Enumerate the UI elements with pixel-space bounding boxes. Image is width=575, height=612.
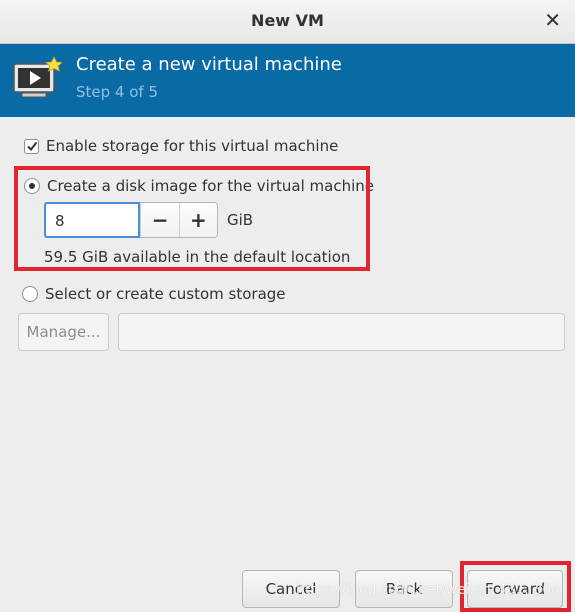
- custom-storage-radio[interactable]: [22, 286, 38, 302]
- window-title: New VM: [251, 11, 324, 30]
- manage-button[interactable]: Manage...: [18, 313, 109, 351]
- highlight-box-forward: [460, 561, 571, 612]
- wizard-header: Create a new virtual machine Step 4 of 5: [0, 44, 575, 117]
- checkmark-icon: [26, 141, 37, 152]
- custom-storage-path-field[interactable]: [118, 313, 565, 351]
- custom-storage-row[interactable]: Select or create custom storage: [22, 285, 286, 303]
- enable-storage-checkbox[interactable]: [24, 138, 39, 154]
- wizard-title: Create a new virtual machine: [76, 54, 342, 75]
- virtual-machine-icon: [12, 56, 63, 102]
- custom-storage-label: Select or create custom storage: [45, 285, 286, 303]
- window-titlebar: New VM ✕: [0, 0, 575, 44]
- wizard-step: Step 4 of 5: [76, 83, 159, 101]
- enable-storage-label: Enable storage for this virtual machine: [46, 137, 339, 155]
- close-icon[interactable]: ✕: [544, 8, 561, 32]
- enable-storage-row[interactable]: Enable storage for this virtual machine: [24, 137, 338, 155]
- highlight-box-disk: [14, 166, 370, 271]
- cancel-button[interactable]: Cancel: [242, 570, 340, 608]
- back-button[interactable]: Back: [355, 570, 453, 608]
